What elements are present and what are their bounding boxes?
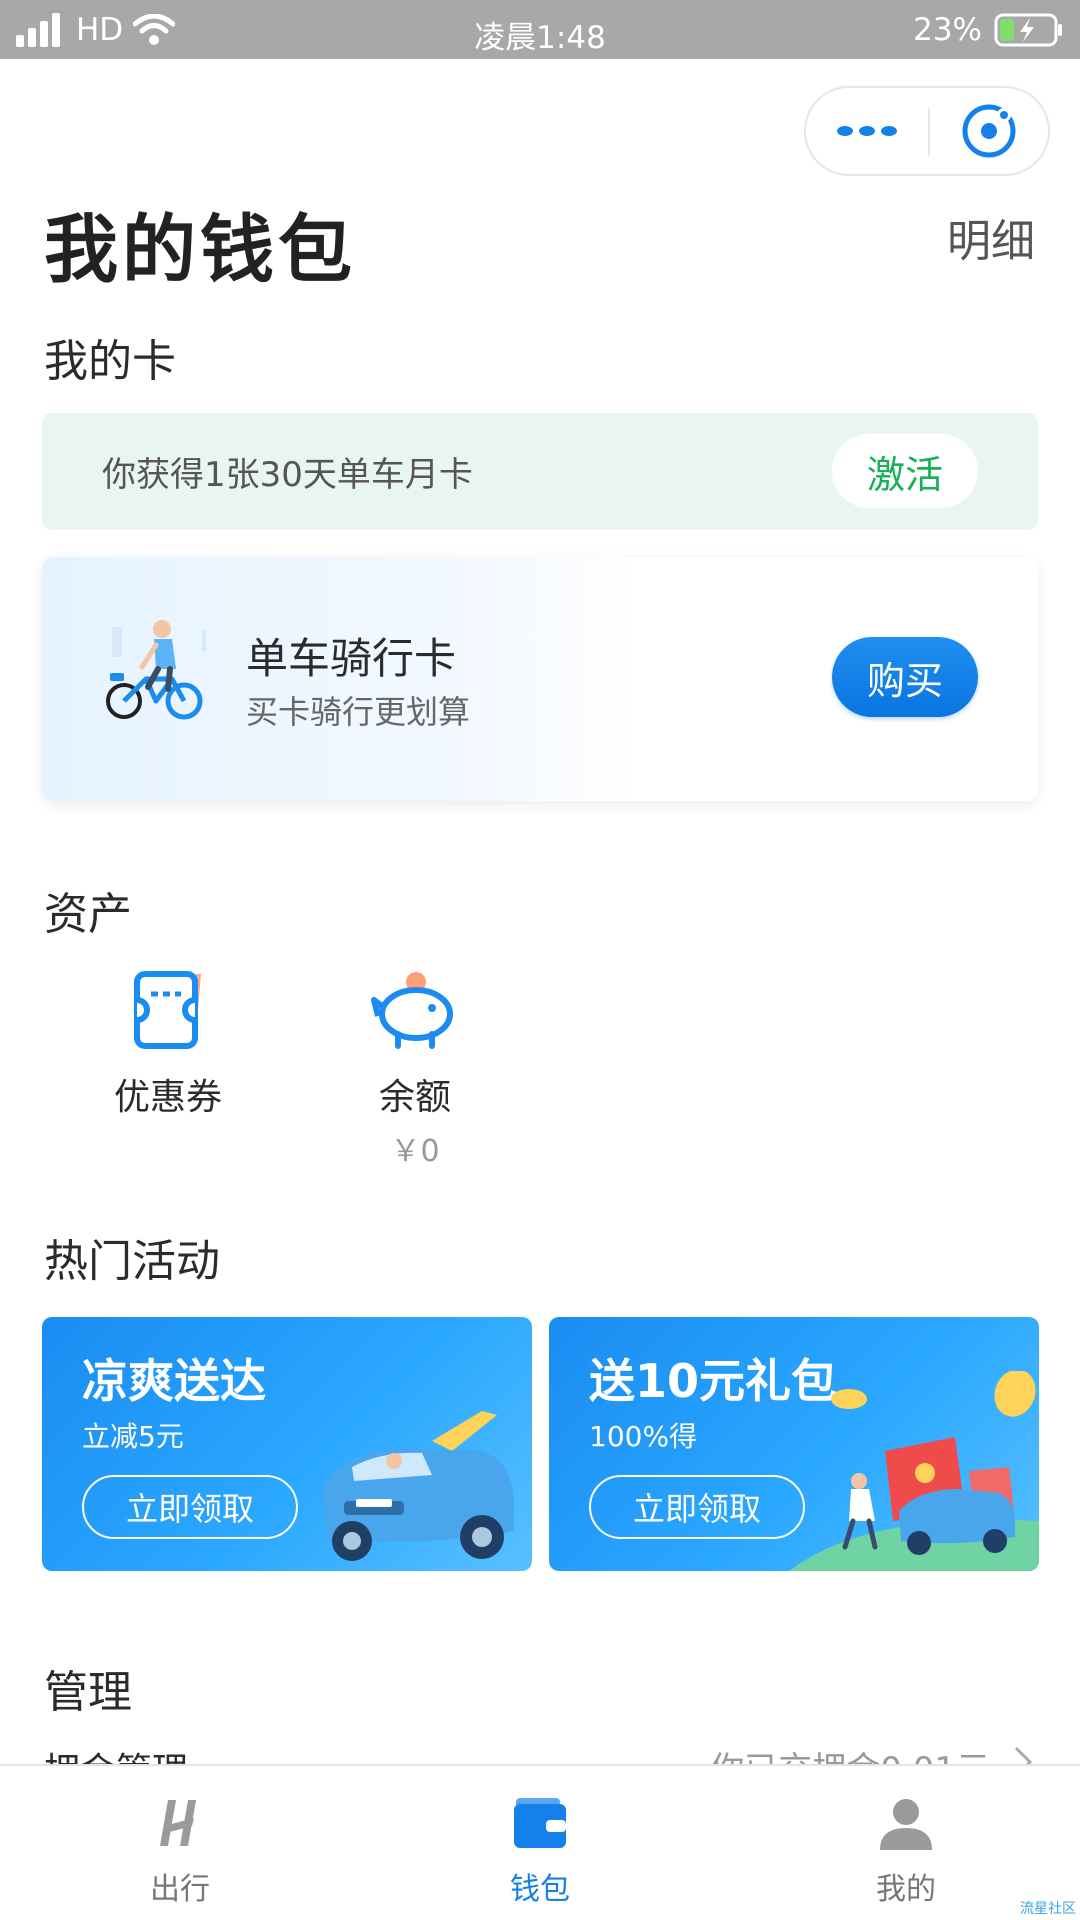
promo-card-cool-delivery[interactable]: 凉爽送达 立减5元 立即领取 [42, 1317, 532, 1571]
travel-h-icon [160, 1800, 196, 1846]
user-icon [880, 1799, 932, 1850]
buy-button[interactable]: 购买 [832, 637, 978, 717]
activate-banner: 你获得1张30天单车月卡 激活 [42, 413, 1038, 530]
promos-section-title: 热门活动 [44, 1236, 220, 1287]
close-button[interactable] [930, 88, 1048, 174]
detail-link[interactable]: 明细 [947, 205, 1035, 269]
tab-bar: 出行 钱包 我的 流星社区 [0, 1764, 1080, 1920]
coupon-label: 优惠券 [113, 1077, 222, 1118]
tab-travel[interactable]: 出行 [100, 1796, 260, 1908]
promo-subtitle: 立减5元 [82, 1420, 184, 1453]
bike-rider-illustration [106, 620, 206, 720]
battery-charging-icon [994, 13, 1062, 47]
close-target-icon [962, 104, 1016, 158]
page-title: 我的钱包 [44, 207, 356, 293]
status-bar: HD 凌晨1:48 23% [0, 0, 1080, 59]
coupon-asset[interactable]: 优惠券 [78, 970, 258, 1120]
more-button[interactable] [806, 88, 928, 174]
status-right: 23% [913, 12, 1064, 48]
ride-card[interactable]: 单车骑行卡 买卡骑行更划算 购买 [42, 557, 1038, 801]
car-illustration [322, 1411, 514, 1561]
coupon-icon [134, 971, 201, 1049]
tab-me-label: 我的 [876, 1872, 936, 1907]
tab-wallet[interactable]: 钱包 [460, 1796, 620, 1908]
balance-label: 余额 [378, 1077, 451, 1118]
balance-value: ￥0 [390, 1134, 440, 1169]
tab-travel-label: 出行 [150, 1872, 210, 1907]
balance-asset[interactable]: 余额 ￥0 [325, 970, 505, 1170]
promo-title: 凉爽送达 [82, 1354, 266, 1408]
ride-card-title: 单车骑行卡 [246, 634, 457, 683]
activate-button[interactable]: 激活 [832, 434, 978, 508]
tab-me[interactable]: 我的 [826, 1796, 986, 1908]
watermark: 流星社区 [1020, 1901, 1076, 1917]
miniprogram-capsule [804, 86, 1050, 176]
ride-card-subtitle: 买卡骑行更划算 [246, 693, 471, 731]
more-dots-icon [837, 126, 897, 136]
promo-subtitle: 100%得 [589, 1420, 698, 1453]
wallet-icon [514, 1798, 566, 1848]
promo-card-gift-pack[interactable]: 送10元礼包 100%得 立即领取 [549, 1317, 1039, 1571]
piggy-bank-icon [371, 972, 453, 1049]
battery-percent: 23% [913, 12, 982, 48]
red-envelope-car-illustration [789, 1371, 1039, 1571]
promo-claim-button[interactable]: 立即领取 [82, 1475, 298, 1539]
management-section-title: 管理 [44, 1667, 132, 1718]
assets-section-title: 资产 [44, 889, 132, 940]
activate-text: 你获得1张30天单车月卡 [102, 455, 473, 495]
promo-claim-button[interactable]: 立即领取 [589, 1475, 805, 1539]
cards-section-title: 我的卡 [44, 336, 176, 387]
tab-wallet-label: 钱包 [510, 1872, 570, 1907]
